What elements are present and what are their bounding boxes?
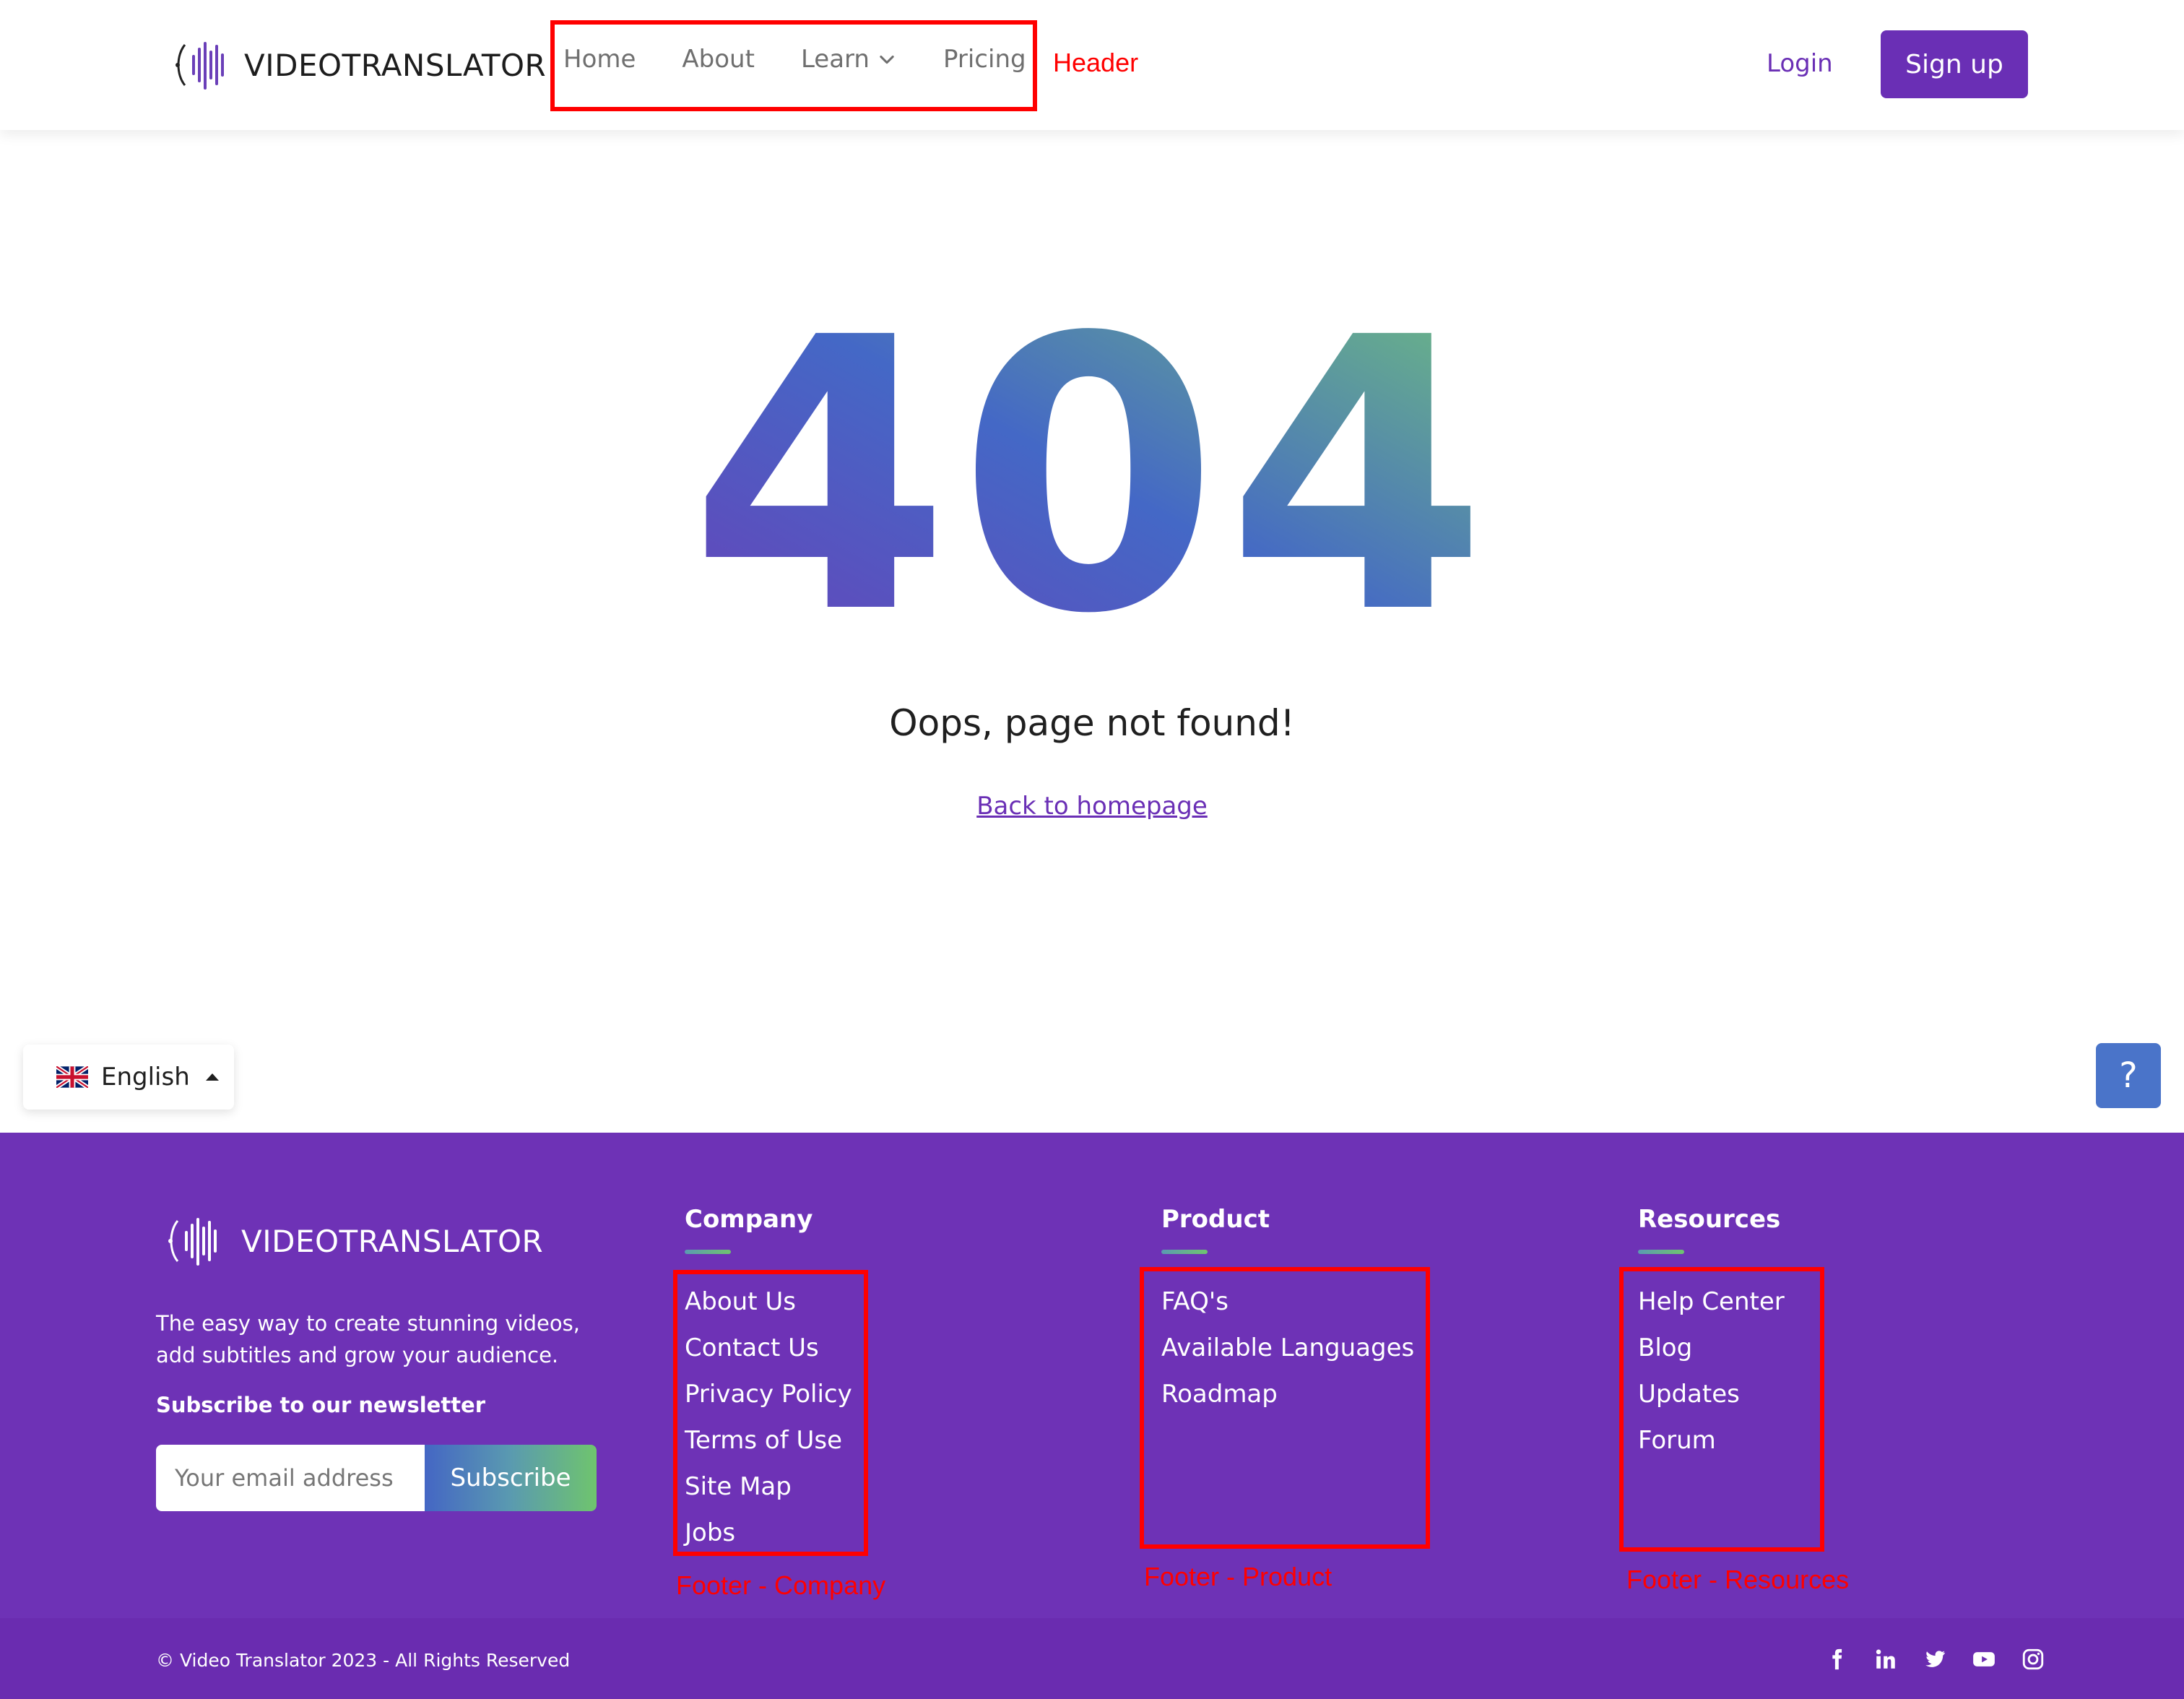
title-underline (1161, 1250, 1208, 1254)
copyright-text: © Video Translator 2023 - All Rights Res… (156, 1650, 571, 1671)
login-link[interactable]: Login (1767, 49, 1833, 78)
title-underline (685, 1250, 731, 1254)
subscribe-button[interactable]: Subscribe (425, 1445, 597, 1511)
footer-brand-logo[interactable]: VIDEOTRANSLATOR (165, 1214, 543, 1268)
footer-column-title: Company (685, 1205, 813, 1234)
back-link-wrap: Back to homepage (0, 792, 2184, 821)
header-annotation-label: Header (1053, 48, 1139, 77)
language-label: English (101, 1063, 190, 1091)
title-underline (1638, 1250, 1684, 1254)
error-code-text: 404 (695, 303, 1489, 636)
footer-tagline: The easy way to create stunning videos, … (156, 1311, 580, 1367)
product-annotation-label: Footer - Product (1144, 1562, 1332, 1591)
signup-button[interactable]: Sign up (1881, 30, 2028, 98)
resources-annotation-box (1619, 1267, 1824, 1552)
company-annotation-box (673, 1270, 868, 1556)
product-annotation-box (1140, 1267, 1430, 1549)
resources-annotation-label: Footer - Resources (1626, 1565, 1850, 1594)
newsletter-email-input[interactable] (156, 1445, 425, 1511)
error-message: Oops, page not found! (889, 702, 1295, 744)
back-to-homepage-link[interactable]: Back to homepage (976, 792, 1208, 821)
facebook-icon[interactable] (1824, 1647, 1849, 1672)
linkedin-icon[interactable] (1873, 1647, 1898, 1672)
company-annotation-label: Footer - Company (676, 1570, 886, 1600)
site-footer: VIDEOTRANSLATOR The easy way to create s… (0, 1133, 2184, 1618)
newsletter-title: Subscribe to our newsletter (156, 1393, 486, 1417)
footer-brand-name: VIDEOTRANSLATOR (241, 1223, 544, 1259)
twitter-icon[interactable] (1923, 1647, 1947, 1672)
header-annotation-box (550, 20, 1037, 111)
logo-mark-icon (176, 42, 224, 90)
footer-column-title: Product (1161, 1205, 1270, 1234)
language-selector[interactable]: English (23, 1045, 234, 1110)
caret-up-icon (205, 1073, 219, 1081)
brand-name: VIDEOTRANSLATOR (244, 47, 547, 83)
footer-bottom-bar: © Video Translator 2023 - All Rights Res… (0, 1618, 2184, 1699)
youtube-icon[interactable] (1972, 1647, 1996, 1672)
footer-logo-mark-icon (168, 1218, 217, 1266)
social-links (1824, 1647, 2045, 1672)
error-code-graphic: 404 (689, 258, 1489, 696)
uk-flag-icon (56, 1066, 88, 1088)
footer-column-title: Resources (1638, 1205, 1781, 1234)
help-button[interactable]: ? (2096, 1043, 2161, 1108)
error-code: 404 (0, 258, 2184, 696)
brand-logo[interactable]: VIDEOTRANSLATOR (172, 38, 546, 92)
instagram-icon[interactable] (2021, 1647, 2045, 1672)
